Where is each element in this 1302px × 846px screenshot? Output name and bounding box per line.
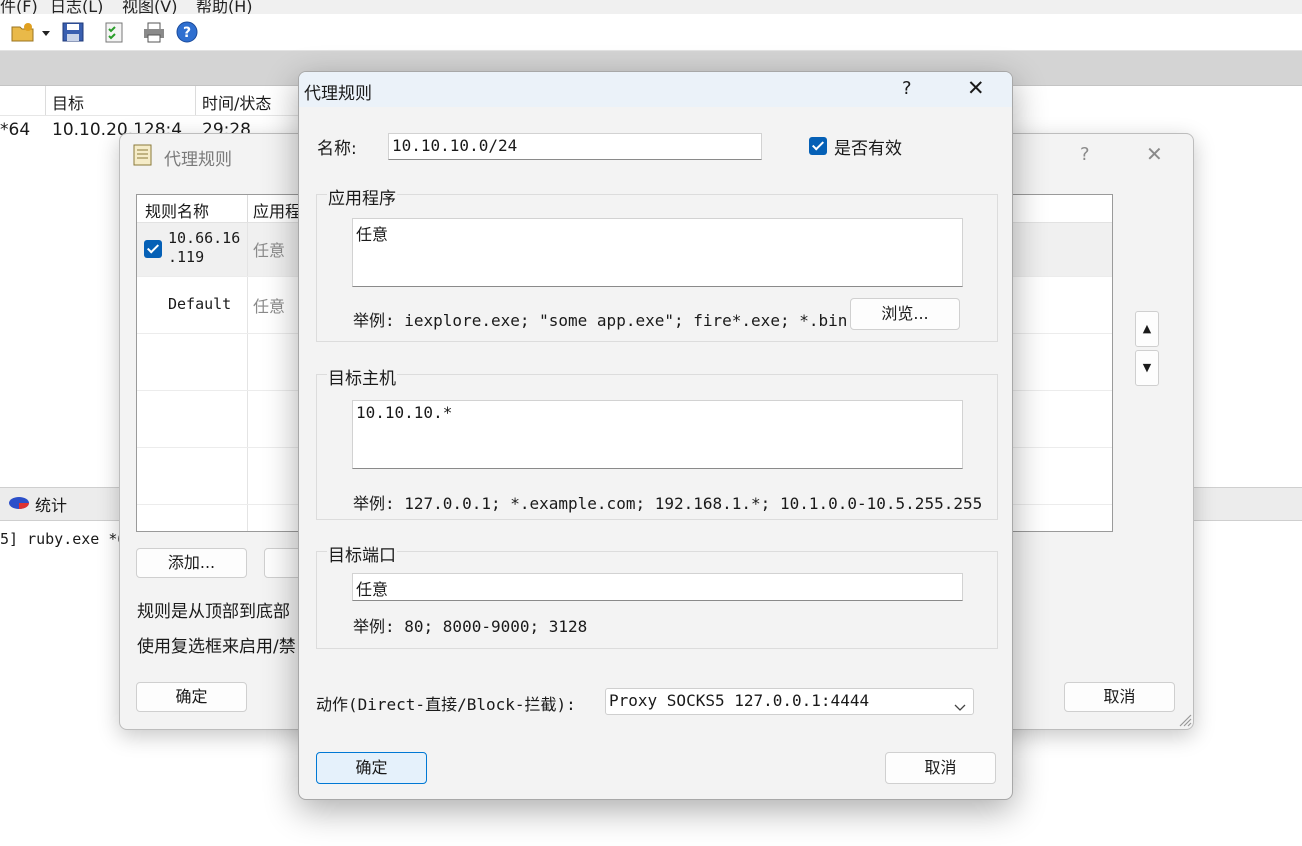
target-port-input-value: 任意 — [356, 580, 389, 599]
rule-enabled-checkbox[interactable] — [144, 240, 162, 258]
target-host-input[interactable]: 10.10.10.* — [352, 400, 963, 469]
rule-name: 10.66.16 .119 — [168, 229, 241, 266]
open-folder-icon[interactable] — [11, 21, 35, 43]
target-port-input[interactable]: 任意 — [352, 573, 963, 601]
bg-ok-button[interactable]: 确定 — [136, 682, 247, 712]
stats-pie-icon — [8, 494, 30, 512]
action-label: 动作(Direct-直接/Block-拦截): — [316, 695, 576, 714]
name-input[interactable]: 10.10.10.0/24 — [388, 133, 762, 160]
action-select-value: Proxy SOCKS5 127.0.0.1:4444 — [609, 691, 870, 710]
bg-close-button[interactable]: ✕ — [1146, 142, 1163, 166]
application-input[interactable]: 任意 — [352, 218, 963, 287]
browse-button[interactable]: 浏览... — [850, 298, 960, 330]
dialog-close-button[interactable]: ✕ — [967, 76, 985, 100]
name-label: 名称: — [317, 139, 357, 159]
checklist-icon[interactable] — [102, 21, 126, 43]
application-input-value: 任意 — [356, 225, 389, 244]
action-select[interactable]: Proxy SOCKS5 127.0.0.1:4444 — [605, 688, 974, 715]
column-application[interactable]: 应用程 — [253, 198, 301, 222]
menu-bar: 件(F) 日志(L) 视图(V) 帮助(H) — [0, 0, 1302, 14]
menu-file[interactable]: 件(F) — [0, 0, 38, 14]
application-group-label: 应用程序 — [327, 184, 397, 209]
target-port-hint: 举例: 80; 8000-9000; 3128 — [353, 617, 588, 636]
menu-log[interactable]: 日志(L) — [50, 0, 103, 14]
connection-app: *64 — [0, 120, 31, 140]
move-down-button[interactable]: ▼ — [1135, 350, 1159, 386]
rules-info-order: 规则是从顶部到底部 — [137, 602, 290, 622]
bg-help-button[interactable]: ? — [1080, 144, 1090, 165]
menu-help[interactable]: 帮助(H) — [196, 0, 253, 14]
application-group: 应用程序 任意 举例: iexplore.exe; "some app.exe"… — [316, 184, 998, 342]
target-port-group-label: 目标端口 — [327, 541, 397, 566]
target-host-hint: 举例: 127.0.0.1; *.example.com; 192.168.1.… — [353, 494, 983, 513]
target-port-group: 目标端口 任意 举例: 80; 8000-9000; 3128 — [316, 541, 998, 649]
connections-header: 目标 时间/状态 — [0, 86, 300, 116]
application-hint: 举例: iexplore.exe; "some app.exe"; fire*.… — [353, 311, 848, 330]
target-host-input-value: 10.10.10.* — [356, 403, 453, 422]
target-host-group: 目标主机 10.10.10.* 举例: 127.0.0.1; *.example… — [316, 364, 998, 520]
log-line: 5] ruby.exe *6 — [0, 530, 127, 548]
svg-text:?: ? — [183, 25, 191, 41]
chevron-down-icon — [954, 697, 966, 711]
tab-stats[interactable]: 统计 — [35, 492, 67, 516]
dialog-titlebar: 代理规则 ? ✕ — [299, 72, 1012, 107]
ok-button[interactable]: 确定 — [316, 752, 427, 784]
resize-grip-icon[interactable] — [1178, 712, 1192, 727]
name-input-value: 10.10.10.0/24 — [392, 136, 518, 155]
rule-name: Default — [168, 295, 232, 313]
save-icon[interactable] — [61, 21, 85, 43]
column-target[interactable]: 目标 — [52, 90, 84, 114]
proxy-rule-edit-dialog: 代理规则 ? ✕ 名称: 10.10.10.0/24 是否有效 应用程序 任意 … — [298, 71, 1013, 800]
rules-info-checkbox: 使用复选框来启用/禁 — [137, 637, 296, 657]
dropdown-arrow-icon[interactable] — [40, 21, 52, 43]
menu-view[interactable]: 视图(V) — [122, 0, 177, 14]
enabled-checkbox[interactable] — [809, 137, 827, 155]
move-up-button[interactable]: ▲ — [1135, 311, 1159, 347]
cancel-button[interactable]: 取消 — [885, 752, 996, 784]
bg-dialog-title: 代理规则 — [164, 150, 232, 170]
rule-app: 任意 — [253, 241, 286, 260]
column-time-status[interactable]: 时间/状态 — [202, 90, 271, 114]
column-rule-name[interactable]: 规则名称 — [145, 198, 209, 222]
help-icon[interactable]: ? — [176, 21, 200, 43]
bg-cancel-button[interactable]: 取消 — [1064, 682, 1175, 712]
toolbar: ? — [0, 14, 1302, 51]
print-icon[interactable] — [142, 21, 166, 43]
add-rule-button[interactable]: 添加... — [136, 548, 247, 578]
dialog-title: 代理规则 — [304, 84, 372, 104]
enabled-label: 是否有效 — [834, 139, 902, 159]
target-host-group-label: 目标主机 — [327, 364, 397, 389]
rule-app: 任意 — [253, 297, 286, 316]
dialog-help-button[interactable]: ? — [902, 78, 912, 99]
rules-document-icon — [132, 143, 154, 167]
